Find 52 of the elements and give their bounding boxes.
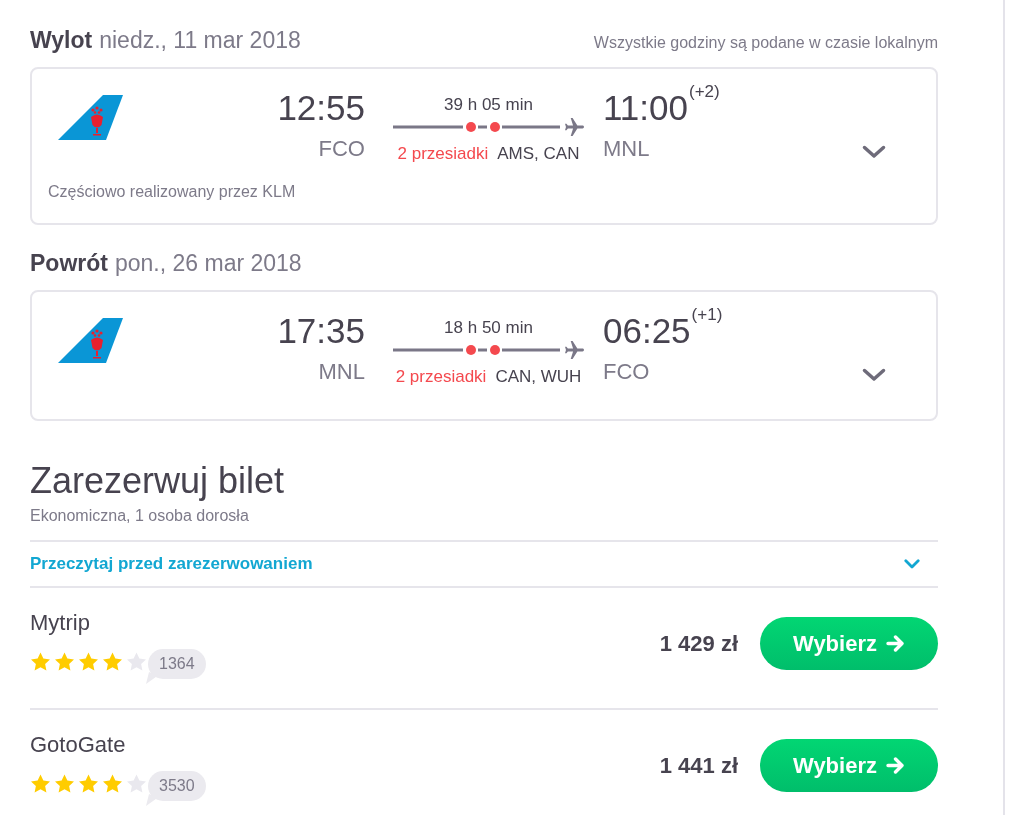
- select-button[interactable]: Wybierz: [760, 617, 938, 670]
- departure-time: 12:55: [277, 88, 365, 128]
- flight-card[interactable]: 17:35 MNL 18 h 50 min 2 przesiadki CAN, WUH 06:25$^{(+1)}$ FCO: [30, 290, 938, 421]
- review-count-bubble: 3530: [146, 771, 206, 806]
- tail-fin-logo: [58, 95, 123, 140]
- flight-duration: 39 h 05 min: [444, 94, 533, 116]
- provider-name: Mytrip: [30, 610, 90, 636]
- section-label: Powrót: [30, 249, 108, 277]
- provider-name: GotoGate: [30, 732, 126, 758]
- booking-title: Zarezerwuj bilet: [30, 460, 285, 502]
- arrival-airport: FCO: [603, 359, 650, 385]
- departure-time: 17:35: [277, 311, 365, 351]
- chevron-icon[interactable]: [862, 368, 886, 382]
- star-icon: [79, 774, 98, 793]
- star-icon: [55, 652, 74, 671]
- star-icon: [79, 652, 98, 671]
- arrow-right-icon: [885, 757, 905, 774]
- star-icon: [103, 774, 122, 793]
- offer-price: 1 441 zł: [659, 752, 738, 779]
- stopover-airports: CAN, WUH: [495, 366, 582, 388]
- flight-duration: 18 h 50 min: [444, 317, 533, 339]
- flight-card[interactable]: 12:55 FCO 39 h 05 min 2 przesiadki AMS, CAN 11:00$^{(+2)}$ MNL Częściowo realizowany przez KLM: [30, 67, 938, 225]
- flight-date: niedz., 11 mar 2018: [99, 26, 301, 54]
- notice-link[interactable]: Przeczytaj przed zarezerwowaniem: [30, 554, 313, 574]
- offer-price: 1 429 zł: [659, 630, 738, 657]
- chevron-icon[interactable]: [862, 145, 886, 159]
- review-count-bubble: 1364: [146, 649, 206, 684]
- star-icon: [31, 652, 50, 671]
- star-icon: [55, 774, 74, 793]
- flight-date: pon., 26 mar 2018: [114, 249, 302, 277]
- arrival-airport: MNL: [603, 136, 650, 162]
- timezone-note: Wszystkie godziny są podane w czasie lokalnym: [593, 33, 938, 53]
- booking-subtitle: Ekonomiczna, 1 osoba dorosła: [30, 506, 249, 526]
- stops-count: 2 przesiadki: [397, 143, 489, 165]
- tail-fin-logo: [58, 318, 123, 363]
- departure-airport: MNL: [318, 359, 365, 385]
- operated-by-note: Częściowo realizowany przez KLM: [48, 182, 296, 202]
- plane-icon: [565, 341, 584, 359]
- departure-airport: FCO: [318, 136, 365, 162]
- chevron-icon[interactable]: [904, 559, 920, 569]
- stop-dot: [466, 345, 476, 355]
- plane-icon: [565, 118, 584, 136]
- stops-count: 2 przesiadki: [395, 366, 487, 388]
- select-button[interactable]: Wybierz: [760, 739, 938, 792]
- stop-dot: [490, 345, 500, 355]
- section-label: Wylot: [30, 26, 93, 54]
- stop-dot: [490, 122, 500, 132]
- star-icon: [103, 652, 122, 671]
- stop-dot: [466, 122, 476, 132]
- star-icon: [31, 774, 50, 793]
- arrow-right-icon: [885, 635, 905, 652]
- stopover-airports: AMS, CAN: [497, 143, 580, 165]
